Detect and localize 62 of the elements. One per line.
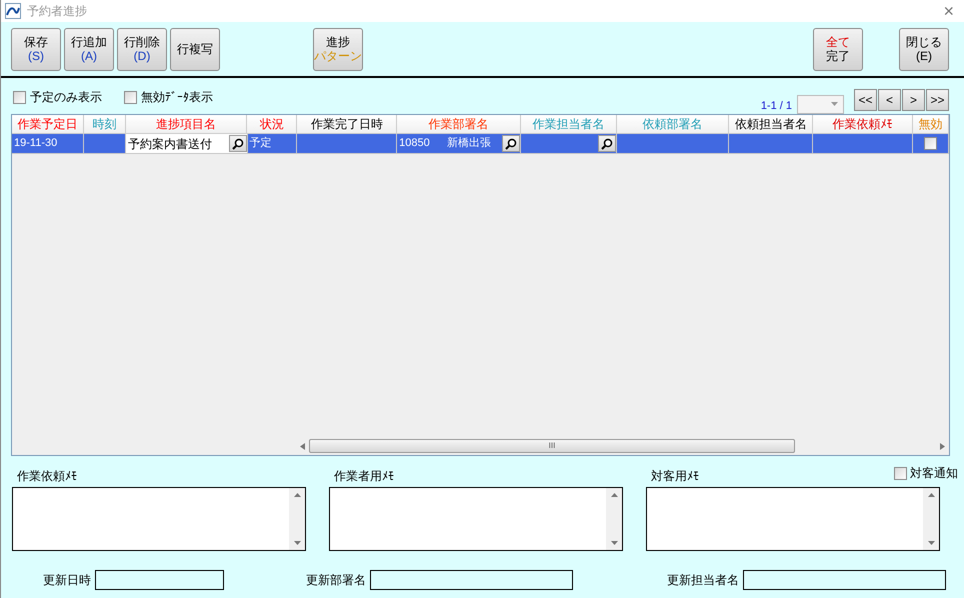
column-header[interactable]: 状況 [247, 115, 298, 133]
memo-field[interactable] [12, 487, 306, 551]
scroll-up-icon[interactable] [294, 493, 300, 497]
toolbar-button[interactable]: 全て 完了 [813, 28, 863, 70]
search-icon [504, 138, 517, 150]
field-label: 更新担当者名 [667, 572, 739, 589]
lookup-cell[interactable]: 予約案内書送付 [126, 134, 248, 153]
input-field[interactable] [95, 570, 224, 590]
notify-label: 対客通知 [910, 465, 958, 482]
table-cell: 19-11-30 [12, 134, 84, 153]
close-button[interactable]: × [943, 2, 960, 20]
column-header[interactable]: 進捗項目名 [126, 115, 248, 133]
row-checkbox[interactable] [924, 137, 938, 150]
memo-field[interactable] [646, 487, 940, 551]
column-header[interactable]: 作業完了日時 [297, 115, 398, 133]
toolbar-button[interactable]: 行追加 (A) [64, 28, 114, 70]
toolbar-button[interactable]: 行複写 [170, 28, 220, 70]
page-button[interactable]: >> [926, 89, 949, 112]
table-row[interactable]: 19-11-30 予約案内書送付 予定 10850 新橋出張 [12, 134, 949, 154]
app-icon [5, 3, 21, 19]
input-field[interactable] [370, 570, 573, 590]
scroll-right-icon[interactable] [940, 442, 945, 450]
column-header[interactable]: 作業依頼ﾒﾓ [813, 115, 914, 133]
search-icon [232, 138, 244, 150]
page-button[interactable]: < [878, 89, 901, 112]
field-label: 更新日時 [43, 572, 91, 589]
toolbar-button[interactable]: 進捗 パターン [313, 28, 363, 70]
memo-label: 作業依頼ﾒﾓ [16, 468, 77, 485]
memo-field[interactable] [329, 487, 623, 551]
lookup-button[interactable] [228, 135, 246, 152]
toolbar-button[interactable]: 保存 (S) [11, 28, 61, 70]
filter-label: 予定のみ表示 [30, 89, 102, 106]
filter-checkbox[interactable] [13, 90, 26, 104]
table-cell: 予定 [248, 134, 298, 153]
input-field[interactable] [743, 570, 946, 590]
scroll-left-icon[interactable] [300, 442, 305, 450]
memo-label: 対客用ﾒﾓ [650, 468, 699, 485]
filter-label: 無効ﾃﾞｰﾀ表示 [141, 89, 213, 106]
lookup-cell[interactable]: 10850 新橋出張 [397, 134, 521, 153]
toolbar-button[interactable]: 閉じる (E) [899, 28, 949, 70]
scroll-down-icon[interactable] [928, 541, 934, 545]
caret-icon [831, 102, 838, 106]
scroll-down-icon[interactable] [610, 541, 618, 545]
page-button[interactable]: << [854, 89, 877, 112]
filter-checkbox[interactable] [124, 90, 137, 104]
scroll-up-icon[interactable] [610, 493, 618, 497]
scroll-up-icon[interactable] [928, 493, 934, 497]
search-icon [600, 138, 613, 150]
lookup-cell[interactable] [520, 134, 617, 153]
window-title: 予約者進捗 [27, 3, 88, 20]
lookup-button[interactable] [598, 135, 616, 152]
page-indicator: 1-1 / 1 [760, 99, 792, 114]
scroll-thumb[interactable]: III [309, 439, 795, 453]
notify-checkbox[interactable] [894, 466, 907, 480]
scroll-down-icon[interactable] [294, 541, 300, 545]
toolbar-button[interactable]: 行削除 (D) [117, 28, 167, 70]
page-button[interactable]: > [902, 89, 925, 112]
column-header[interactable]: 依頼担当者名 [729, 115, 814, 133]
column-header[interactable]: 作業予定日 [12, 115, 84, 133]
lookup-button[interactable] [502, 135, 520, 152]
field-label: 更新部署名 [306, 572, 366, 589]
memo-label: 作業者用ﾒﾓ [333, 468, 394, 485]
